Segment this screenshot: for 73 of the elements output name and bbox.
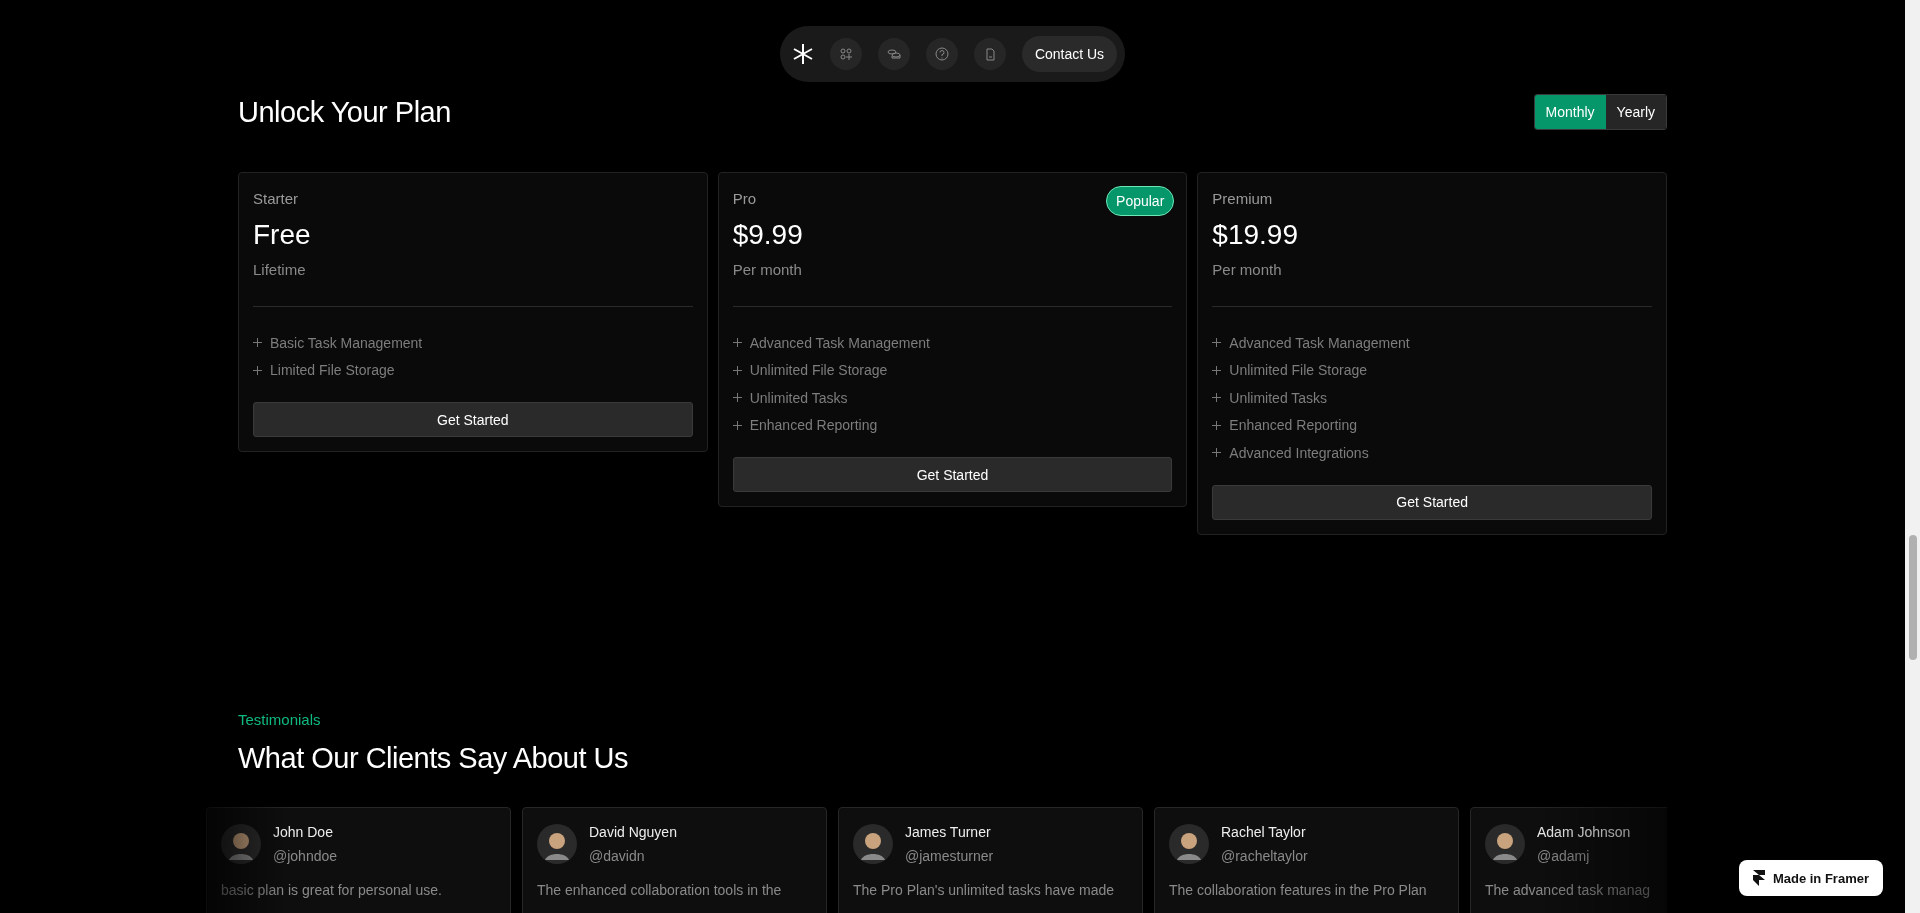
plan-price: Free	[253, 219, 311, 251]
avatar	[221, 823, 261, 864]
client-handle: @racheltaylor	[1221, 847, 1308, 864]
plan-price: $19.99	[1212, 219, 1298, 251]
feature-text: Limited File Storage	[270, 362, 395, 379]
made-in-framer-badge[interactable]: Made in Framer	[1738, 860, 1883, 896]
feature-text: Unlimited File Storage	[1229, 362, 1368, 379]
stack-icon	[886, 47, 901, 61]
billing-tab[interactable]: Yearly	[1605, 95, 1666, 129]
plan-period: Per month	[1212, 261, 1282, 278]
plus-icon	[253, 365, 262, 375]
testimonial-text: The collaboration features in the Pro Plan	[1169, 881, 1428, 898]
grid-icon[interactable]	[829, 38, 862, 70]
plus-icon	[1212, 448, 1222, 458]
testimonial-text: The Pro Plan's unlimited tasks have made	[853, 881, 1116, 898]
feature-text: Enhanced Reporting	[749, 417, 878, 434]
client-handle: @johndoe	[273, 847, 338, 864]
feature-text: Unlimited File Storage	[749, 362, 888, 379]
help-icon[interactable]	[925, 38, 958, 70]
plus-icon	[732, 393, 742, 403]
plus-icon	[1212, 338, 1222, 348]
plus-icon	[253, 338, 262, 348]
get-started-button[interactable]: Get Started	[253, 402, 693, 437]
billing-tab[interactable]: Monthly	[1534, 95, 1606, 129]
plan-name: Pro	[732, 190, 756, 207]
client-name: James Turner	[905, 823, 992, 840]
testimonial-text: basic plan is great for personal use.	[221, 881, 443, 898]
feature-text: Unlimited Tasks	[1229, 389, 1328, 406]
client-name: Adam Johnson	[1537, 823, 1631, 840]
feature-text: Unlimited Tasks	[749, 389, 848, 406]
testimonial-text: The enhanced collaboration tools in the	[537, 881, 783, 898]
document-icon[interactable]	[973, 38, 1006, 70]
avatar	[853, 823, 893, 864]
avatar	[537, 823, 577, 864]
feature-text: Basic Task Management	[270, 334, 423, 351]
circles-icon	[838, 47, 853, 61]
client-name: David Nguyen	[589, 823, 677, 840]
section-title: Unlock Your Plan	[238, 95, 451, 129]
client-handle: @adamj	[1537, 847, 1591, 864]
contact-button[interactable]: Contact Us	[1021, 36, 1118, 72]
plus-icon	[732, 365, 742, 375]
feature-text: Advanced Task Management	[1229, 334, 1410, 351]
asterisk-icon[interactable]	[791, 43, 814, 65]
get-started-button[interactable]: Get Started	[1212, 484, 1652, 520]
plus-icon	[1212, 365, 1222, 375]
plan-period: Per month	[732, 261, 802, 278]
avatar	[1169, 823, 1209, 864]
scrollbar[interactable]	[1905, 0, 1920, 913]
popular-badge: Popular	[1106, 186, 1175, 216]
section-title: What Our Clients Say About Us	[238, 741, 630, 775]
plus-icon	[1212, 393, 1222, 403]
plan-price: $9.99	[732, 219, 803, 251]
plus-icon	[732, 420, 742, 430]
client-name: John Doe	[273, 823, 334, 840]
client-handle: @davidn	[589, 847, 646, 864]
badge-text: Made in Framer	[1772, 870, 1869, 886]
plus-icon	[732, 338, 742, 348]
plan-name: Premium	[1212, 190, 1273, 207]
feature-text: Advanced Task Management	[749, 334, 930, 351]
client-handle: @jamesturner	[905, 847, 994, 864]
testimonial-text: The advanced task manag	[1485, 881, 1651, 898]
question-icon	[934, 47, 949, 61]
get-started-button[interactable]: Get Started	[732, 457, 1173, 492]
client-name: Rachel Taylor	[1221, 823, 1307, 840]
feature-text: Advanced Integrations	[1229, 444, 1369, 461]
plus-icon	[1212, 420, 1222, 430]
plan-period: Lifetime	[253, 261, 306, 278]
plan-name: Starter	[253, 190, 298, 207]
feature-text: Enhanced Reporting	[1229, 417, 1357, 434]
section-label: Testimonials	[238, 710, 321, 728]
framer-logo-icon	[1752, 870, 1765, 886]
coins-icon[interactable]	[877, 38, 910, 70]
avatar	[1485, 823, 1525, 864]
